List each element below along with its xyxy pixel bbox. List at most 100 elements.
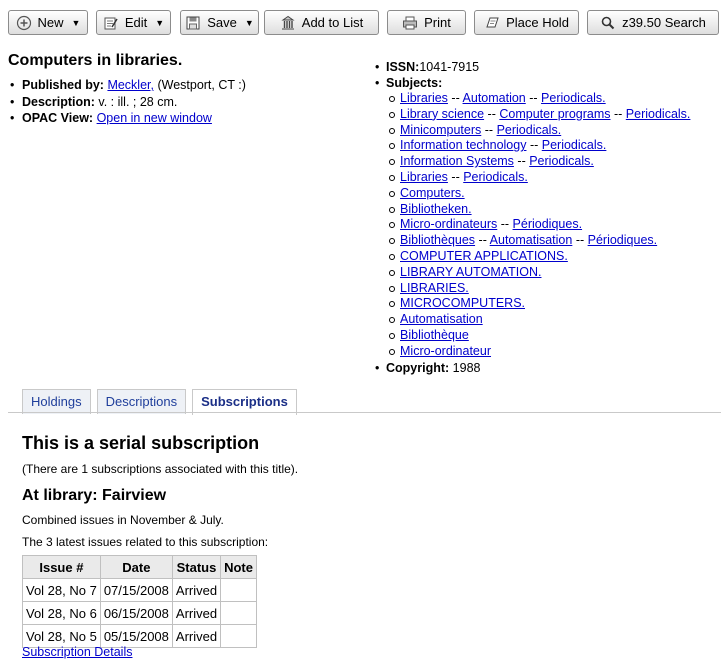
subjects-list: Libraries -- Automation -- Periodicals. L… <box>386 91 690 360</box>
place-hold-label: Place Hold <box>506 15 569 30</box>
record-details: Published by: Meckler, (Westport, CT :) … <box>8 77 246 127</box>
subject-item: Information technology -- Periodicals. <box>388 138 690 154</box>
subject-separator: -- <box>447 169 464 184</box>
subject-link[interactable]: Computer programs <box>499 107 610 121</box>
subject-link[interactable]: Périodiques. <box>513 217 583 231</box>
subject-link[interactable]: Micro-ordinateur <box>400 344 491 358</box>
record-metadata: ISSN:1041-7915 Subjects: Libraries -- Au… <box>375 59 690 376</box>
subject-item: Automatisation <box>388 312 690 328</box>
subject-separator: -- <box>475 233 490 248</box>
print-button-label: Print <box>424 15 451 30</box>
date-cell: 07/15/2008 <box>99 578 173 602</box>
table-row: Vol 28, No 6 06/15/2008 Arrived <box>22 601 257 625</box>
subject-link[interactable]: Automation <box>463 91 526 105</box>
subject-link[interactable]: Periodicals. <box>541 91 606 105</box>
subject-link[interactable]: Periodicals. <box>529 154 594 168</box>
subject-item: Bibliotheken. <box>388 202 690 218</box>
z3950-search-label: z39.50 Search <box>622 15 706 30</box>
subject-link[interactable]: Information Systems <box>400 154 514 168</box>
note-cell <box>220 624 257 648</box>
subject-link[interactable]: Libraries <box>400 91 448 105</box>
column-header: Note <box>220 555 257 579</box>
subject-link[interactable]: Bibliothèque <box>400 328 469 342</box>
print-button[interactable]: Print <box>387 10 466 35</box>
opac-view-link[interactable]: Open in new window <box>97 111 212 125</box>
combined-issues-note: Combined issues in November & July. <box>22 513 224 527</box>
ticket-icon <box>484 15 500 31</box>
subject-link[interactable]: LIBRARIES. <box>400 281 469 295</box>
subject-link[interactable]: Periodicals. <box>626 107 691 121</box>
place-hold-button[interactable]: Place Hold <box>474 10 579 35</box>
subject-link[interactable]: Périodiques. <box>588 233 658 247</box>
subject-link[interactable]: Library science <box>400 107 484 121</box>
subjects-item: Subjects: Libraries -- Automation -- Per… <box>375 75 690 360</box>
subject-link[interactable]: Periodicals. <box>463 170 528 184</box>
z3950-search-button[interactable]: z39.50 Search <box>587 10 719 35</box>
subject-item: Library science -- Computer programs -- … <box>388 106 691 123</box>
subject-separator: -- <box>484 106 500 121</box>
note-cell <box>220 601 257 625</box>
subject-item: Libraries -- Periodicals. <box>388 169 690 186</box>
subject-item: MICROCOMPUTERS. <box>388 296 690 312</box>
subject-link[interactable]: Libraries <box>400 170 448 184</box>
save-icon <box>185 15 201 31</box>
new-button[interactable]: New ▼ <box>8 10 88 35</box>
issue-cell: Vol 28, No 6 <box>22 601 101 625</box>
new-button-label: New <box>37 15 64 30</box>
publisher-place: (Westport, CT :) <box>153 78 246 92</box>
subject-separator: -- <box>497 217 513 232</box>
add-to-list-button[interactable]: Add to List <box>264 10 379 35</box>
save-button[interactable]: Save ▼ <box>180 10 259 35</box>
subject-link[interactable]: Periodicals. <box>497 123 562 137</box>
description-label: Description: <box>22 94 95 109</box>
toolbar: New ▼ Edit ▼ Save ▼ Add to List Print Pl… <box>0 0 721 44</box>
subject-link[interactable]: Micro-ordinateurs <box>400 217 497 231</box>
subject-link[interactable]: Automatisation <box>490 233 573 247</box>
subscription-details-link[interactable]: Subscription Details <box>22 645 132 659</box>
publisher-link[interactable]: Meckler, <box>107 78 154 92</box>
table-row: Vol 28, No 7 07/15/2008 Arrived <box>22 578 257 602</box>
subject-separator: -- <box>525 91 542 105</box>
subject-item: Computers. <box>388 186 690 202</box>
subscription-heading: This is a serial subscription <box>22 433 260 453</box>
subject-link[interactable]: Bibliothèques <box>400 233 475 247</box>
issn-value: 1041-7915 <box>419 60 480 74</box>
chevron-down-icon: ▼ <box>244 17 254 28</box>
subject-link[interactable]: Minicomputers <box>400 123 481 137</box>
description-value: v. : ill. ; 28 cm. <box>94 94 178 109</box>
subject-item: LIBRARY AUTOMATION. <box>388 265 690 281</box>
column-header: Status <box>171 555 222 579</box>
subject-link[interactable]: Information technology <box>400 138 526 152</box>
subject-item: Minicomputers -- Periodicals. <box>388 123 690 139</box>
published-by-label: Published by: <box>22 78 104 92</box>
chevron-down-icon: ▼ <box>155 17 165 28</box>
search-icon <box>600 15 616 31</box>
copyright-item: Copyright: 1988 <box>375 360 690 376</box>
subject-item: Bibliothèque <box>388 328 690 344</box>
subject-link[interactable]: Computers. <box>400 186 465 200</box>
subject-link[interactable]: LIBRARY AUTOMATION. <box>400 265 541 279</box>
subject-link[interactable]: MICROCOMPUTERS. <box>400 296 525 310</box>
subject-separator: -- <box>513 154 530 169</box>
tab-holdings[interactable]: Holdings <box>22 389 91 414</box>
save-button-label: Save <box>207 15 237 30</box>
subject-link[interactable]: Periodicals. <box>542 138 607 152</box>
issn-item: ISSN:1041-7915 <box>375 59 690 75</box>
status-cell: Arrived <box>171 624 222 648</box>
copyright-value: 1988 <box>449 360 481 375</box>
subjects-label: Subjects: <box>386 76 443 90</box>
subject-separator: -- <box>526 138 542 153</box>
chevron-down-icon: ▼ <box>71 17 81 28</box>
opac-view-item: OPAC View: Open in new window <box>8 110 246 127</box>
subject-link[interactable]: Bibliotheken. <box>400 202 472 216</box>
record-title: Computers in libraries. <box>8 52 183 69</box>
edit-button[interactable]: Edit ▼ <box>96 10 171 35</box>
tab-descriptions[interactable]: Descriptions <box>96 389 187 414</box>
subject-item: Micro-ordinateur <box>388 344 690 360</box>
table-header-row: Issue # Date Status Note <box>22 555 257 579</box>
description-item: Description: v. : ill. ; 28 cm. <box>8 94 246 111</box>
subject-link[interactable]: COMPUTER APPLICATIONS. <box>400 249 568 263</box>
status-cell: Arrived <box>171 601 222 625</box>
subject-link[interactable]: Automatisation <box>400 312 483 326</box>
latest-issues-note: The 3 latest issues related to this subs… <box>22 535 269 549</box>
